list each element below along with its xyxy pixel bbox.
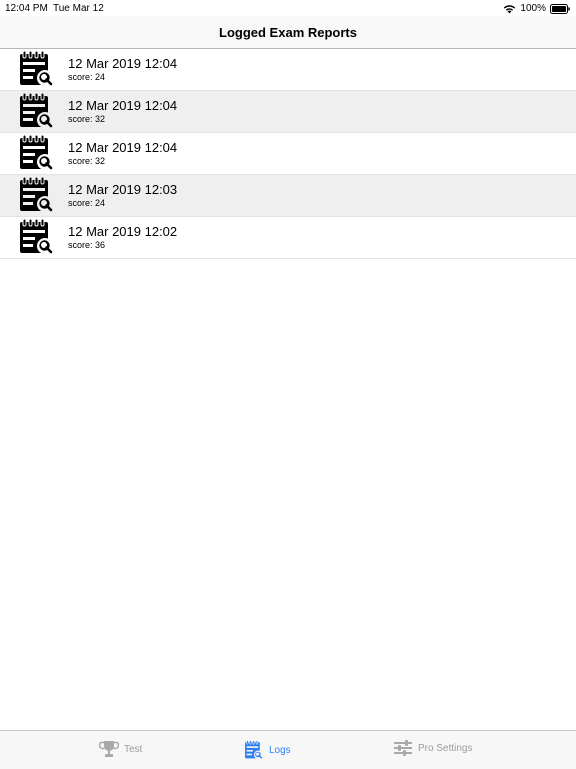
battery-percent: 100%: [520, 3, 546, 14]
tab-pro-settings[interactable]: Pro Settings: [393, 740, 472, 756]
list-item[interactable]: 12 Mar 2019 12:04 score: 32: [0, 91, 576, 133]
log-datetime: 12 Mar 2019 12:04: [68, 140, 178, 155]
log-score: score: 24: [68, 198, 106, 208]
tab-logs-label: Logs: [269, 744, 291, 756]
list-item[interactable]: 12 Mar 2019 12:02 score: 36: [0, 217, 576, 259]
list-item[interactable]: 12 Mar 2019 12:04 score: 32: [0, 133, 576, 175]
tab-test-label: Test: [124, 743, 143, 755]
list-item[interactable]: 12 Mar 2019 12:03 score: 24: [0, 175, 576, 217]
log-score: score: 36: [68, 240, 106, 250]
calendar-search-icon: [20, 134, 53, 170]
tab-logs[interactable]: Logs: [244, 740, 291, 760]
log-score: score: 32: [68, 156, 106, 166]
log-datetime: 12 Mar 2019 12:02: [68, 224, 178, 239]
status-date: Tue Mar 12: [53, 3, 104, 14]
list-item[interactable]: 12 Mar 2019 12:04 score: 24: [0, 49, 576, 91]
log-list: 12 Mar 2019 12:04 score: 24 12 Mar 2019 …: [0, 49, 576, 259]
navigation-bar: Logged Exam Reports: [0, 16, 576, 49]
tab-test[interactable]: Test: [99, 740, 142, 758]
battery-icon: [550, 3, 570, 14]
trophy-icon: [99, 741, 119, 757]
wifi-icon: [504, 4, 516, 13]
page-title: Logged Exam Reports: [219, 25, 357, 40]
sliders-icon: [394, 740, 412, 756]
status-bar: 12:04 PM Tue Mar 12 100%: [0, 0, 576, 16]
log-datetime: 12 Mar 2019 12:04: [68, 98, 178, 113]
calendar-search-icon: [20, 92, 53, 128]
calendar-search-icon: [20, 176, 53, 212]
log-datetime: 12 Mar 2019 12:03: [68, 182, 178, 197]
calendar-search-icon: [20, 50, 53, 86]
calendar-search-icon: [245, 740, 263, 759]
log-score: score: 24: [68, 72, 106, 82]
status-indicators: 100%: [503, 3, 570, 14]
tab-bar: Test Logs Pro Settings: [0, 730, 576, 769]
log-datetime: 12 Mar 2019 12:04: [68, 56, 178, 71]
calendar-search-icon: [20, 218, 53, 254]
status-time: 12:04 PM: [5, 3, 48, 14]
log-score: score: 32: [68, 114, 106, 124]
tab-pro-settings-label: Pro Settings: [418, 742, 473, 754]
